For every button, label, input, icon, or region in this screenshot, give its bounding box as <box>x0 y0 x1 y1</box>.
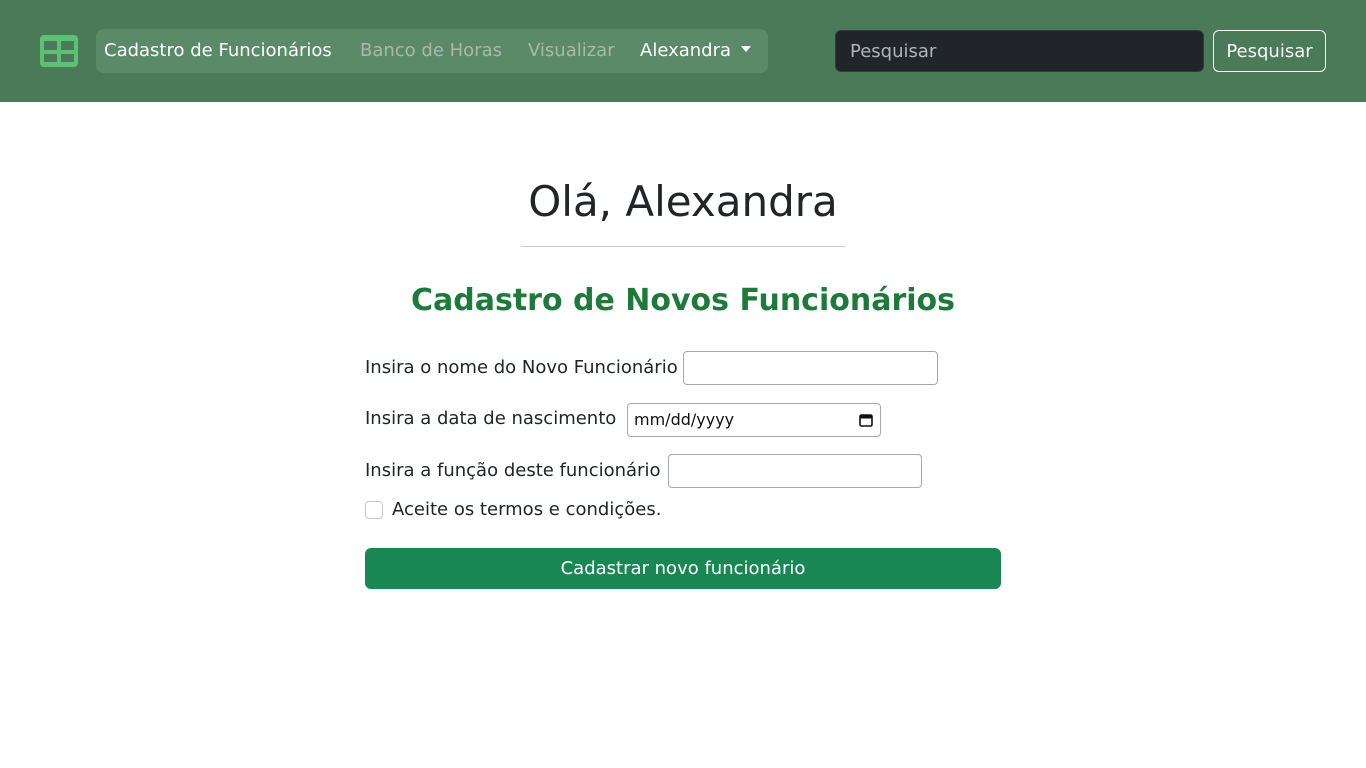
table-icon[interactable] <box>40 35 78 67</box>
divider <box>521 246 845 247</box>
calendar-icon[interactable] <box>859 413 873 427</box>
search-button[interactable]: Pesquisar <box>1213 30 1326 72</box>
user-dropdown-label: Alexandra <box>640 40 732 61</box>
nav-link-banco-de-horas[interactable]: Banco de Horas <box>360 29 502 73</box>
form-title: Cadastro de Novos Funcionários <box>410 283 955 318</box>
terms-label[interactable]: Aceite os termos e condições. <box>392 497 661 523</box>
submit-button[interactable]: Cadastrar novo funcionário <box>365 548 1001 589</box>
nav-link-visualizar[interactable]: Visualizar <box>528 29 615 73</box>
user-dropdown[interactable]: Alexandra <box>640 29 752 73</box>
caret-down-icon <box>741 46 752 52</box>
nav-link-cadastro[interactable]: Cadastro de Funcionários <box>104 29 332 73</box>
role-field-label: Insira a função deste funcionário <box>365 460 661 481</box>
birthdate-field[interactable]: mm/dd/yyyy <box>627 403 881 437</box>
name-field-label: Insira o nome do Novo Funcionário <box>365 357 678 378</box>
birthdate-value: mm/dd/yyyy <box>634 410 735 429</box>
search-input[interactable] <box>835 30 1204 72</box>
top-navbar: Cadastro de Funcionários Banco de Horas … <box>0 0 1366 102</box>
role-field[interactable] <box>668 454 922 488</box>
nav-menu: Cadastro de Funcionários Banco de Horas … <box>96 29 768 73</box>
birthdate-field-label: Insira a data de nascimento <box>365 408 617 429</box>
name-field[interactable] <box>683 351 938 385</box>
greeting-heading: Olá, Alexandra <box>528 177 838 226</box>
terms-checkbox[interactable] <box>365 501 383 519</box>
